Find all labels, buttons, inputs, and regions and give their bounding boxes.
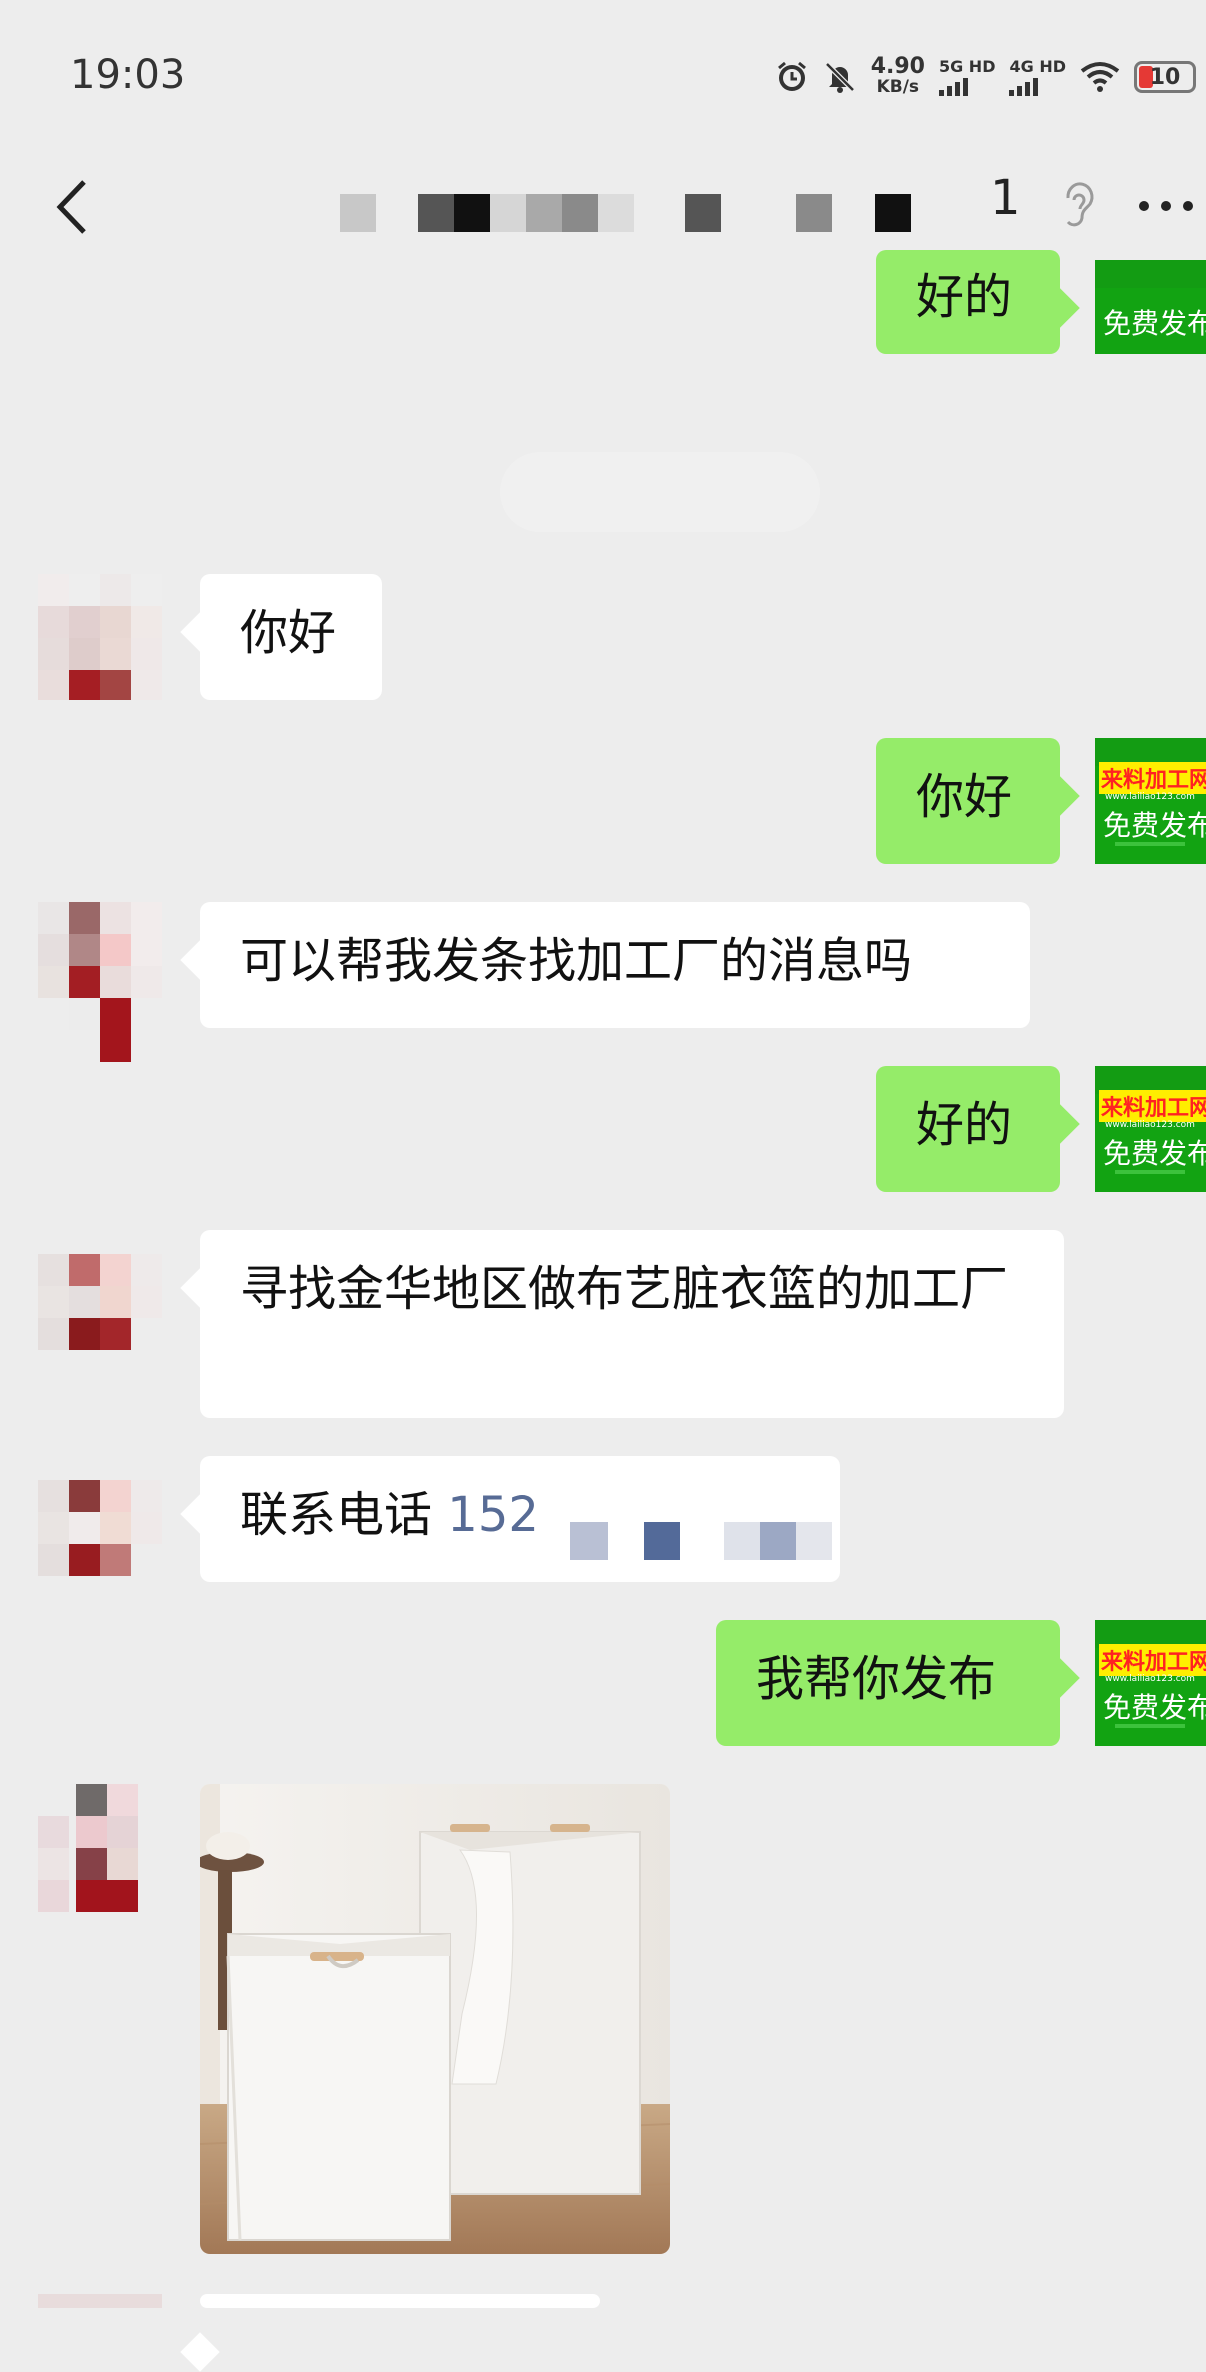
avatar-url: www.lailiao123.com <box>1105 792 1195 802</box>
chat-header: 1 <box>0 150 1206 260</box>
signal-icon <box>938 78 968 96</box>
avatar-tagline: 免费发布 <box>1103 1691 1206 1724</box>
sim1-signal: 5G HD <box>938 57 996 96</box>
contact-name-redacted <box>140 180 1020 236</box>
avatar-brand: 来料加工网 <box>1099 1644 1206 1676</box>
wifi-icon <box>1080 61 1120 93</box>
contact-avatar[interactable] <box>38 1456 162 1582</box>
message-bubble-received[interactable]: 你好 <box>200 574 382 700</box>
background-smudge <box>500 452 820 532</box>
message-bubble-received[interactable]: 寻找金华地区做布艺脏衣篮的加工厂 <box>200 1230 1064 1418</box>
avatar-url: www.lailiao123.com <box>1105 1674 1195 1684</box>
net-speed-value: 4.90 <box>870 54 925 79</box>
avatar-brand: 来料加工网 <box>1099 762 1206 794</box>
phone-number-link[interactable]: 152 <box>447 1487 539 1543</box>
battery-icon: 10 <box>1134 61 1196 93</box>
mute-icon <box>823 60 857 94</box>
sim2-signal: 4G HD <box>1009 58 1066 96</box>
message-text: 我帮你发布 <box>756 1651 997 1707</box>
message-text: 寻找金华地区做布艺脏衣篮的加工厂 <box>240 1261 1009 1317</box>
avatar-tagline: 免费发布 <box>1103 809 1206 842</box>
contact-avatar[interactable] <box>38 574 162 700</box>
message-bubble-sent[interactable]: 我帮你发布 <box>716 1620 1060 1746</box>
status-time: 19:03 <box>70 52 186 98</box>
contact-name-tail: 1 <box>990 170 1021 226</box>
net-speed-unit: KB/s <box>876 77 920 97</box>
ear-icon[interactable] <box>1058 178 1098 234</box>
message-bubble-sent[interactable]: 好的 <box>876 1066 1060 1192</box>
my-avatar[interactable]: 来料加工网 www.lailiao123.com 免费发布 <box>1095 1066 1206 1192</box>
status-icons: 4.90 KB/s 5G HD 4G HD 10 <box>775 52 1196 102</box>
message-bubble-received[interactable]: 可以帮我发条找加工厂的消息吗 <box>200 902 1030 1028</box>
back-icon[interactable] <box>48 172 104 242</box>
net-speed: 4.90 KB/s <box>870 54 925 98</box>
phone-number-redacted <box>538 1516 858 1564</box>
avatar-url: www.lailiao123.com <box>1105 1120 1195 1130</box>
more-icon[interactable] <box>1136 198 1200 214</box>
message-bubble-received[interactable] <box>200 2294 600 2308</box>
message-bubble-sent[interactable]: 好的 <box>876 250 1060 354</box>
sim1-label: 5G HD <box>938 57 996 76</box>
my-avatar[interactable]: 来料加工网 www.lailiao123.com 免费发布 <box>1095 738 1206 864</box>
message-text: 联系电话 <box>240 1487 433 1543</box>
avatar-brand: 来料加工网 <box>1099 1090 1206 1122</box>
message-text: 可以帮我发条找加工厂的消息吗 <box>240 933 913 989</box>
image-message-laundry-baskets[interactable] <box>200 1784 670 2254</box>
laundry-baskets-photo <box>200 1784 670 2254</box>
contact-avatar[interactable] <box>38 1230 162 1356</box>
battery-level: 10 <box>1149 64 1181 90</box>
message-bubble-sent[interactable]: 你好 <box>876 738 1060 864</box>
contact-avatar[interactable] <box>38 902 162 1062</box>
my-avatar[interactable]: 来料加工网 www.lailiao123.com 免费发布 <box>1095 1620 1206 1746</box>
message-text: 你好 <box>916 769 1013 825</box>
message-text: 好的 <box>916 269 1013 325</box>
message-text: 你好 <box>240 605 337 661</box>
avatar-tagline: 免费发布 <box>1103 1137 1206 1170</box>
my-avatar[interactable]: 免费发布 <box>1095 260 1206 354</box>
avatar-tagline: 免费发布 <box>1103 307 1206 340</box>
message-text: 好的 <box>916 1097 1013 1153</box>
sim2-label: 4G HD <box>1009 57 1066 76</box>
alarm-icon <box>775 60 809 94</box>
signal-icon <box>1009 78 1039 96</box>
contact-avatar[interactable] <box>38 1784 188 1940</box>
status-bar: 19:03 4.90 KB/s 5G HD 4G HD 10 <box>0 0 1206 150</box>
contact-avatar[interactable] <box>38 2294 162 2308</box>
